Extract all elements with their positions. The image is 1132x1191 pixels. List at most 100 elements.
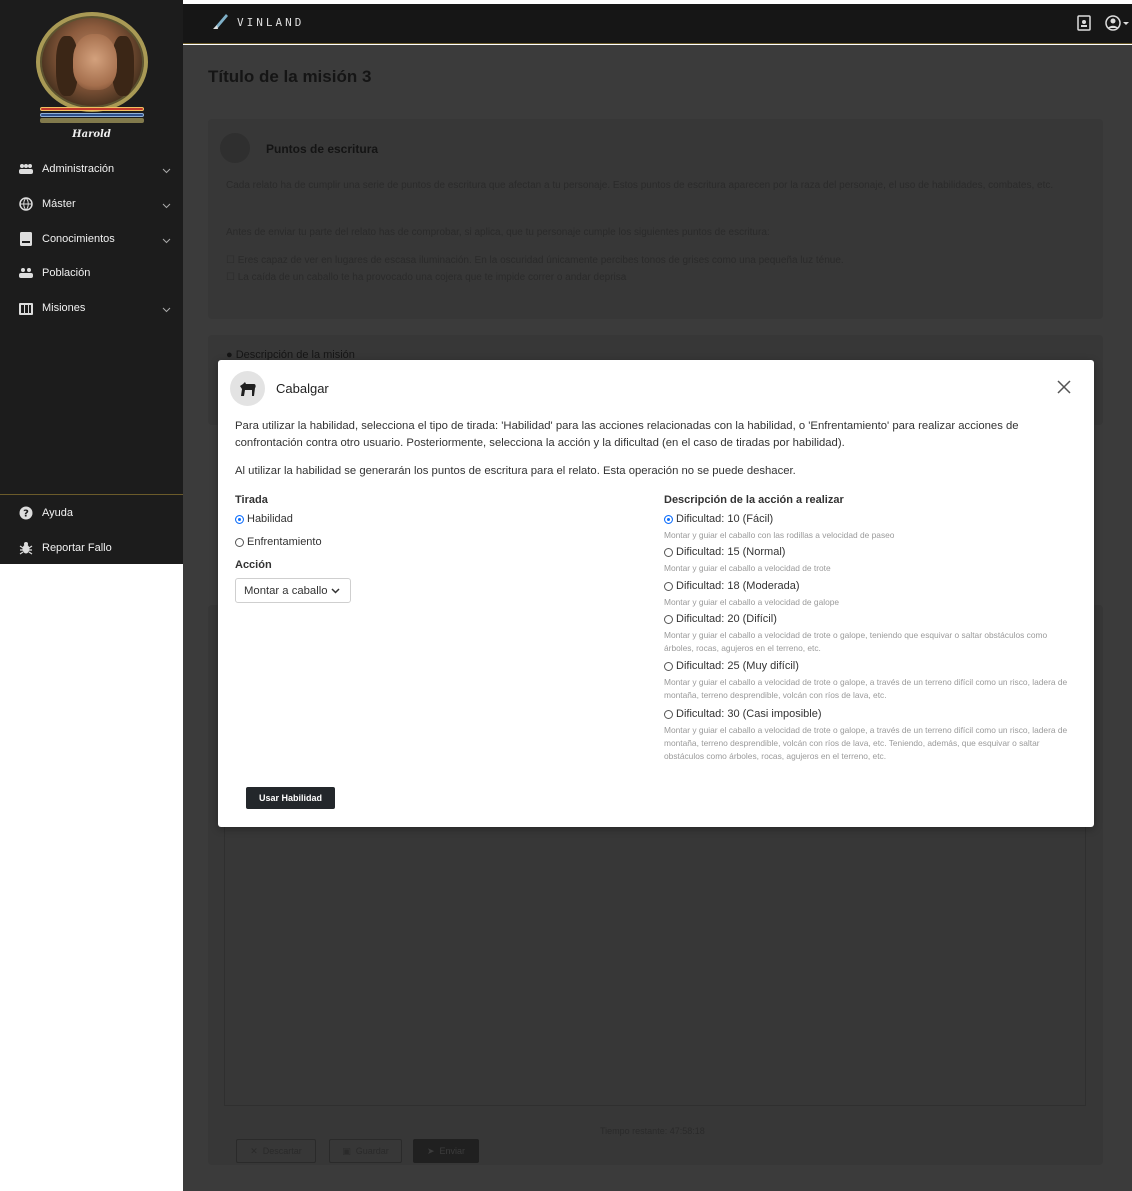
send-button[interactable]: ➤ Enviar bbox=[413, 1139, 479, 1163]
bug-icon bbox=[18, 540, 34, 556]
sidebar-divider bbox=[0, 494, 183, 495]
difficulty-label: Dificultad: 25 (Muy difícil) bbox=[676, 660, 799, 672]
action-select-value: Montar a caballo bbox=[244, 584, 328, 597]
sidebar-item-label: Máster bbox=[42, 198, 76, 210]
difficulty-option[interactable]: Dificultad: 15 (Normal) bbox=[664, 546, 785, 558]
writing-points-intro: Cada relato ha de cumplir una serie de p… bbox=[226, 180, 1054, 191]
brand-name: VINLAND bbox=[237, 16, 305, 29]
close-icon[interactable] bbox=[1057, 380, 1073, 396]
sidebar-item-reportar-fallo[interactable]: Reportar Fallo bbox=[0, 533, 183, 563]
sidebar-item-administracion[interactable]: Administración bbox=[0, 154, 183, 184]
roll-type-enfrentamiento[interactable]: Enfrentamiento bbox=[235, 536, 322, 548]
page-title: Título de la misión 3 bbox=[208, 67, 372, 86]
skill-modal: Cabalgar Para utilizar la habilidad, sel… bbox=[218, 360, 1094, 827]
brand[interactable]: VINLAND bbox=[211, 11, 304, 34]
writing-point-label: La caída de un caballo te ha provocado u… bbox=[237, 272, 627, 283]
chevron-down-icon bbox=[162, 198, 171, 212]
topbar: VINLAND bbox=[183, 4, 1132, 44]
radio-label: Habilidad bbox=[247, 513, 293, 525]
chevron-down-icon bbox=[162, 302, 171, 316]
health-bar bbox=[40, 107, 144, 111]
send-button-label: Enviar bbox=[439, 1146, 466, 1156]
difficulty-option[interactable]: Dificultad: 25 (Muy difícil) bbox=[664, 660, 799, 672]
radio-label: Enfrentamiento bbox=[247, 536, 322, 548]
difficulty-label: Dificultad: 20 (Difícil) bbox=[676, 613, 777, 625]
people-icon bbox=[18, 265, 34, 281]
users-cog-icon bbox=[18, 161, 34, 177]
difficulty-option[interactable]: Dificultad: 18 (Moderada) bbox=[664, 580, 800, 592]
radio-button[interactable] bbox=[664, 581, 673, 591]
radio-button[interactable] bbox=[664, 547, 673, 557]
roll-type-heading: Tirada bbox=[235, 494, 268, 506]
book-icon bbox=[18, 231, 34, 247]
radio-button[interactable] bbox=[664, 709, 673, 719]
character-sheet-icon[interactable] bbox=[1077, 15, 1091, 34]
modal-warning: Al utilizar la habilidad se generarán lo… bbox=[235, 465, 796, 477]
svg-text:?: ? bbox=[23, 509, 29, 520]
difficulty-label: Dificultad: 15 (Normal) bbox=[676, 546, 786, 558]
writing-point-label: Eres capaz de ver en lugares de escasa i… bbox=[237, 255, 844, 266]
writing-points-icon bbox=[220, 133, 250, 163]
difficulty-label: Dificultad: 18 (Moderada) bbox=[676, 580, 800, 592]
discard-button[interactable]: ✕ Descartar bbox=[236, 1139, 316, 1163]
horse-icon bbox=[230, 371, 265, 406]
difficulty-description: Montar y guiar el caballo a velocidad de… bbox=[664, 630, 1048, 653]
sidebar-item-label: Reportar Fallo bbox=[42, 542, 112, 554]
sidebar-item-conocimientos[interactable]: Conocimientos bbox=[0, 224, 183, 254]
radio-button[interactable] bbox=[664, 614, 673, 624]
writing-point-check[interactable]: ☐ Eres capaz de ver en lugares de escasa… bbox=[226, 253, 1106, 268]
difficulty-option[interactable]: Dificultad: 20 (Difícil) bbox=[664, 613, 777, 625]
save-button[interactable]: ▣ Guardar bbox=[329, 1139, 402, 1163]
user-menu-icon[interactable] bbox=[1105, 15, 1129, 34]
modal-instructions: Para utilizar la habilidad, selecciona e… bbox=[235, 420, 1019, 449]
save-button-label: Guardar bbox=[355, 1146, 389, 1156]
action-heading: Acción bbox=[235, 559, 272, 571]
sidebar-item-label: Ayuda bbox=[42, 507, 73, 519]
sidebar-item-label: Misiones bbox=[42, 302, 86, 314]
action-select[interactable]: Montar a caballo bbox=[235, 578, 351, 603]
sidebar: Harold Administración Máster Conocimient… bbox=[0, 0, 183, 564]
close-icon: ✕ bbox=[250, 1145, 258, 1156]
difficulty-option[interactable]: Dificultad: 30 (Casi imposible) bbox=[664, 708, 822, 720]
difficulty-option[interactable]: Dificultad: 10 (Fácil) bbox=[664, 513, 773, 525]
sidebar-item-ayuda[interactable]: ? Ayuda bbox=[0, 498, 183, 528]
floppy-icon: ▣ bbox=[342, 1145, 351, 1156]
use-skill-button[interactable]: Usar Habilidad bbox=[246, 787, 335, 809]
action-description-heading: Descripción de la acción a realizar bbox=[664, 494, 844, 506]
difficulty-description: Montar y guiar el caballo con las rodill… bbox=[664, 530, 895, 540]
mana-bar bbox=[40, 113, 144, 117]
avatar[interactable] bbox=[36, 12, 148, 124]
help-circle-icon: ? bbox=[18, 505, 34, 521]
writing-points-check-note: Antes de enviar tu parte del relato has … bbox=[226, 227, 770, 238]
sidebar-item-label: Administración bbox=[42, 163, 115, 175]
writing-point-check[interactable]: ☐ La caída de un caballo te ha provocado… bbox=[226, 270, 1106, 285]
difficulty-description: Montar y guiar el caballo a velocidad de… bbox=[664, 563, 831, 573]
sidebar-item-poblacion[interactable]: Población bbox=[0, 258, 183, 288]
chevron-down-icon bbox=[162, 233, 171, 247]
sidebar-item-master[interactable]: Máster bbox=[0, 189, 183, 219]
story-editor[interactable] bbox=[224, 820, 1086, 1106]
sidebar-item-label: Conocimientos bbox=[42, 233, 115, 245]
sidebar-item-label: Población bbox=[42, 267, 91, 279]
difficulty-label: Dificultad: 10 (Fácil) bbox=[676, 513, 774, 525]
modal-title: Cabalgar bbox=[276, 381, 329, 396]
mission-board-icon bbox=[18, 300, 34, 316]
radio-button[interactable] bbox=[664, 661, 673, 671]
difficulty-description: Montar y guiar el caballo a velocidad de… bbox=[664, 725, 1068, 761]
avatar-banner bbox=[40, 118, 144, 123]
discard-button-label: Descartar bbox=[262, 1146, 302, 1156]
difficulty-label: Dificultad: 30 (Casi imposible) bbox=[676, 708, 822, 720]
avatar-portrait bbox=[36, 12, 148, 112]
roll-type-habilidad[interactable]: Habilidad bbox=[235, 513, 293, 525]
brand-logo-icon bbox=[211, 11, 231, 34]
time-remaining: Tiempo restante: 47:58:18 bbox=[600, 1126, 705, 1136]
chevron-down-icon bbox=[331, 585, 340, 597]
radio-button[interactable] bbox=[235, 514, 244, 524]
radio-button[interactable] bbox=[664, 514, 673, 524]
difficulty-description: Montar y guiar el caballo a velocidad de… bbox=[664, 677, 1068, 700]
sidebar-item-misiones[interactable]: Misiones bbox=[0, 293, 183, 323]
globe-icon bbox=[18, 196, 34, 212]
radio-button[interactable] bbox=[235, 537, 244, 547]
difficulty-description: Montar y guiar el caballo a velocidad de… bbox=[664, 597, 840, 607]
paper-plane-icon: ➤ bbox=[426, 1145, 435, 1156]
